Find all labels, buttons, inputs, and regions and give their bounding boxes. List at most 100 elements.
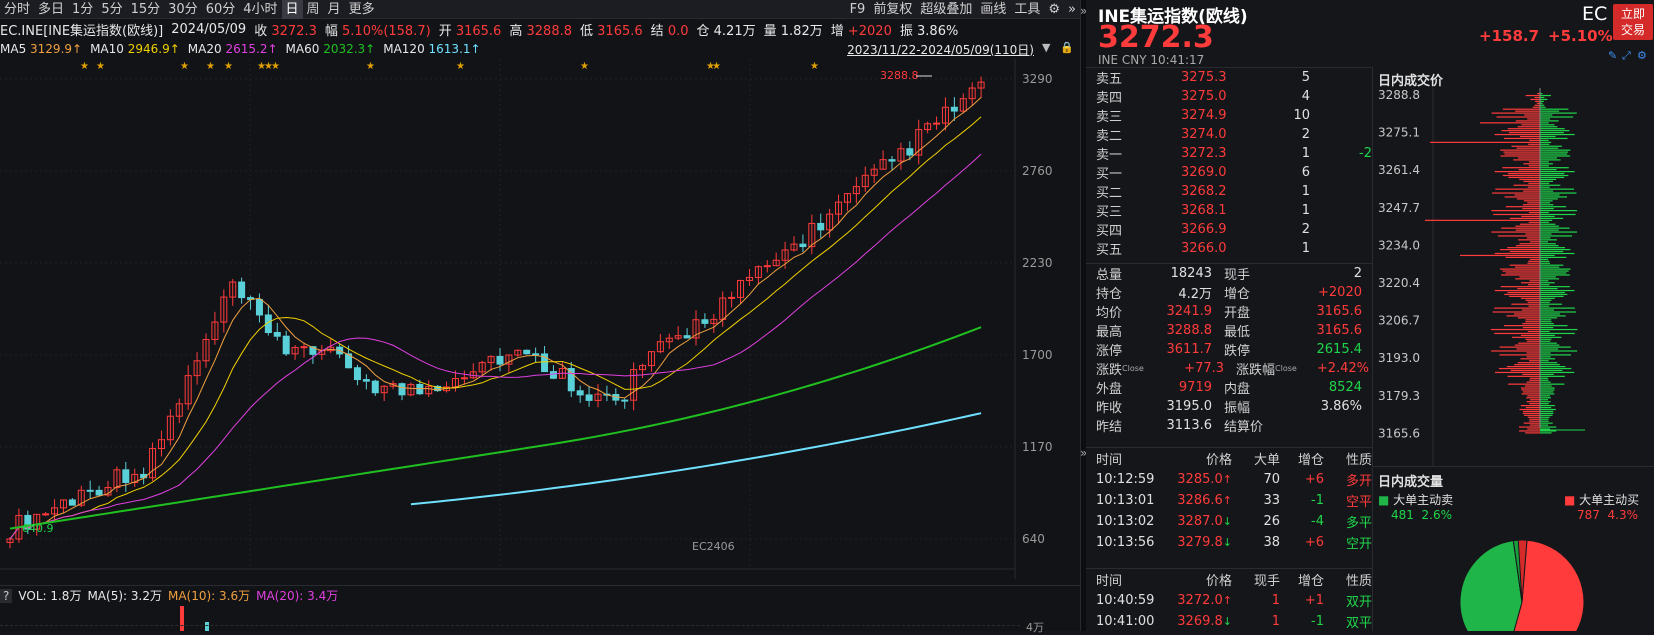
open-label: 开 bbox=[438, 23, 452, 39]
event-star-icon[interactable]: ★ bbox=[456, 61, 465, 72]
profile-bar bbox=[1494, 332, 1540, 335]
profile-bar bbox=[1510, 369, 1540, 372]
trade-now-button[interactable]: 立即交易 bbox=[1613, 4, 1653, 40]
stat-value: 3241.9 bbox=[1166, 304, 1213, 319]
gear-icon[interactable]: ⚙ bbox=[1044, 0, 1064, 19]
profile-bar bbox=[1503, 137, 1540, 140]
toolbar-item[interactable]: 超级叠加 bbox=[916, 0, 976, 19]
candle-body bbox=[701, 319, 709, 324]
profile-bar bbox=[1540, 328, 1578, 331]
event-star-icon[interactable]: ★ bbox=[96, 61, 105, 72]
period-tab[interactable]: 15分 bbox=[127, 0, 165, 19]
event-star-icon[interactable]: ★ bbox=[206, 61, 215, 72]
range-dropdown-icon[interactable]: ▼ bbox=[1042, 41, 1050, 54]
vol-bar-mark bbox=[205, 622, 209, 631]
chevron-right-icon[interactable]: » bbox=[1064, 0, 1080, 19]
stat-value: 3288.8 bbox=[1166, 323, 1213, 338]
buy-legend-icon: ■ bbox=[1564, 493, 1576, 507]
profile-bar bbox=[1540, 249, 1571, 251]
profile-bar bbox=[1540, 395, 1551, 397]
candle-body bbox=[621, 399, 629, 402]
trade-price: 3285.0 bbox=[1177, 472, 1223, 487]
close-sup: Close bbox=[1122, 364, 1144, 373]
profile-bar bbox=[1540, 104, 1545, 106]
date-range-link[interactable]: 2023/11/22-2024/05/09(110日) bbox=[847, 41, 1034, 58]
profile-bar bbox=[1540, 208, 1554, 210]
toolbar-item[interactable]: 画线 bbox=[976, 0, 1010, 19]
period-tab[interactable]: 多日 bbox=[34, 0, 68, 19]
profile-bar bbox=[1520, 297, 1540, 299]
toolbar-item[interactable]: 前复权 bbox=[869, 0, 916, 19]
event-star-icon[interactable]: ★ bbox=[80, 61, 89, 72]
profile-bar bbox=[1540, 276, 1556, 278]
period-tab[interactable]: 30分 bbox=[164, 0, 202, 19]
change-label: 幅 bbox=[324, 23, 338, 39]
period-tab[interactable]: 4小时 bbox=[239, 0, 281, 19]
profile-bar bbox=[1540, 130, 1570, 132]
settings-icon[interactable]: ⚙ bbox=[1637, 49, 1647, 62]
period-tab[interactable]: 月 bbox=[324, 0, 345, 19]
profile-bar bbox=[1540, 297, 1555, 299]
profile-bar bbox=[1540, 268, 1571, 270]
ma-bar: MA5 3129.9↑ MA10 2946.9↑ MA20 2615.2↑ MA… bbox=[0, 39, 1080, 59]
profile-bar bbox=[1526, 340, 1540, 342]
period-tab[interactable]: 更多 bbox=[345, 0, 379, 19]
profile-bar bbox=[1492, 311, 1540, 313]
toolbar-item[interactable]: F9 bbox=[846, 0, 870, 19]
toolbar-item[interactable]: 工具 bbox=[1010, 0, 1044, 19]
stat-label: 涨跌 bbox=[1096, 363, 1123, 378]
profile-bar bbox=[1540, 307, 1575, 309]
event-star-icon[interactable]: ★ bbox=[366, 61, 375, 72]
vol-value: 1.82万 bbox=[780, 23, 823, 39]
profile-bar bbox=[1540, 221, 1549, 223]
event-star-icon[interactable]: ★ bbox=[810, 61, 819, 72]
profile-bar bbox=[1527, 428, 1540, 430]
orderbook-price: 3274.9 bbox=[1181, 108, 1227, 123]
edit-icon[interactable]: ✎ bbox=[1608, 49, 1617, 62]
profile-bar bbox=[1507, 247, 1540, 249]
profile-bar bbox=[1519, 430, 1540, 432]
ticks-header-cell: 价格 bbox=[1205, 574, 1232, 589]
profile-bar bbox=[1540, 350, 1578, 352]
kline-chart[interactable]: 3290 2760 2230 1700 1170 640 ★ ★ ★ ★ ★ ★ ★ ★ ★ ★ ★ ★ ★ ★ 328… bbox=[0, 59, 1080, 579]
ma20-label: MA20 bbox=[187, 42, 222, 56]
profile-bar bbox=[1494, 252, 1540, 255]
period-tab[interactable]: 日 bbox=[281, 0, 303, 19]
profile-bar bbox=[1540, 163, 1553, 165]
link-icon[interactable]: ⤢ bbox=[1622, 49, 1631, 63]
profile-bar bbox=[1527, 395, 1540, 397]
profile-bar bbox=[1502, 270, 1540, 272]
event-star-icon[interactable]: ★ bbox=[580, 61, 589, 72]
profile-bar bbox=[1523, 180, 1540, 182]
period-tab[interactable]: 周 bbox=[303, 0, 324, 19]
help-icon[interactable]: ? bbox=[0, 588, 13, 603]
profile-bar bbox=[1540, 282, 1555, 284]
event-star-icon[interactable]: ★ bbox=[271, 61, 280, 72]
y-tick: 3290 bbox=[1022, 72, 1053, 86]
event-star-icon[interactable]: ★ bbox=[712, 61, 721, 72]
profile-bar bbox=[1509, 217, 1540, 219]
profile-bar bbox=[1532, 106, 1540, 108]
profile-bar bbox=[1540, 172, 1565, 175]
orderbook-row: 买二 3268.2 1 bbox=[1096, 182, 1372, 201]
period-tab[interactable]: 60分 bbox=[202, 0, 240, 19]
profile-bar bbox=[1501, 130, 1540, 132]
period-tab[interactable]: 5分 bbox=[97, 0, 126, 19]
event-star-icon[interactable]: ★ bbox=[180, 61, 189, 72]
profile-bar bbox=[1540, 348, 1559, 350]
orderbook-label: 卖四 bbox=[1096, 91, 1123, 106]
period-tab[interactable]: 1分 bbox=[68, 0, 97, 19]
lock-icon[interactable]: 🔒 bbox=[1060, 41, 1074, 54]
trade-price: 3287.0 bbox=[1177, 514, 1223, 529]
event-star-icon[interactable]: ★ bbox=[224, 61, 233, 72]
big_trades-header-cell: 大单 bbox=[1253, 453, 1280, 468]
profile-bar bbox=[1540, 176, 1565, 179]
orderbook-label: 卖五 bbox=[1096, 72, 1123, 87]
trade-time: 10:13:56 bbox=[1096, 535, 1155, 550]
profile-bar bbox=[1518, 169, 1540, 171]
profile-bar bbox=[1540, 165, 1549, 167]
period-tab[interactable]: 分时 bbox=[0, 0, 34, 19]
ma120-label: MA120 bbox=[383, 42, 425, 56]
profile-bar bbox=[1540, 432, 1552, 434]
orderbook-price: 3275.0 bbox=[1181, 89, 1227, 104]
